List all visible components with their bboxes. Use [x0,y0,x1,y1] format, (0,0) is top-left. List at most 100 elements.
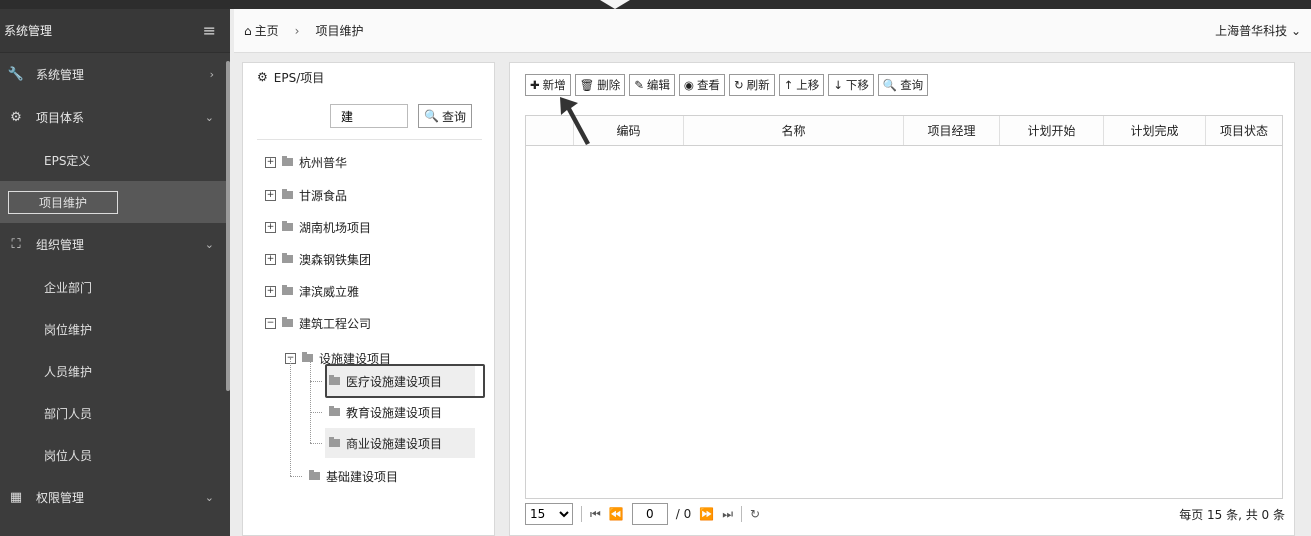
tree-node[interactable]: + 杭州普华 [265,147,347,177]
tree-node[interactable]: 基础建设项目 [305,461,398,491]
tree-node-label: 教育设施建设项目 [346,405,443,420]
sidebar-item-label: 系统管理 [36,68,85,82]
column-header-manager[interactable]: 项目经理 [904,116,1000,145]
pagination: 15 ⏮ ⏪ / 0 ⏩ ⏭ ↻ 每页 15 条, 共 0 条 [525,501,1285,527]
hamburger-icon[interactable]: ≡ [203,21,216,40]
search-icon: 🔍 [882,78,898,92]
tree-search-input[interactable] [330,104,408,128]
sidebar-subitem-project-maintenance[interactable]: 项目维护 [0,181,230,223]
prev-page-icon[interactable]: ⏪ [609,507,624,521]
column-header-name[interactable]: 名称 [684,116,904,145]
sidebar-subitem-dept[interactable]: 企业部门 [0,266,230,308]
view-button-label: 查看 [696,78,720,92]
project-list-panel: ✚ 新增 🗑 删除 ✎ 编辑 ◉ 查看 ↻ 刷新 ↑ 上移 ↓ 下移 🔍 查询 编码 名称 项目… [509,62,1295,536]
tree-node[interactable]: − 建筑工程公司 [265,308,371,338]
edit-button-label: 编辑 [646,78,670,92]
company-name: 上海普华科技 [1215,24,1288,38]
expand-icon[interactable]: + [265,189,276,201]
tree-node[interactable]: + 津滨威立雅 [265,276,359,306]
sidebar-subitem-post[interactable]: 岗位维护 [0,308,230,350]
trash-icon: 🗑 [579,78,595,92]
top-bar: ⌂ 主页 › 项目维护 上海普华科技 ⌄ [234,9,1311,53]
sidebar-subitem-post-person[interactable]: 岗位人员 [0,434,230,476]
home-link[interactable]: ⌂ 主页 [244,22,279,39]
query-button-label: 查询 [900,78,924,92]
delete-button-label: 删除 [597,78,621,92]
home-label: 主页 [254,24,279,38]
expand-icon[interactable]: + [265,285,276,297]
sidebar-item-label: 组织管理 [36,238,85,252]
next-page-icon[interactable]: ⏩ [699,507,714,521]
folder-icon [329,406,340,416]
table-header: 编码 名称 项目经理 计划开始 计划完成 项目状态 [526,116,1282,146]
sidebar-subitem-dept-person[interactable]: 部门人员 [0,392,230,434]
top-edge [0,0,1311,9]
tree-connector [310,412,322,413]
sidebar-item-project-system[interactable]: ⚙ 项目体系 ⌄ [0,96,230,139]
folder-icon [282,317,293,327]
pager-divider [581,506,582,522]
tree-search-button-label: 查询 [441,109,466,124]
page-size-select[interactable]: 15 [525,503,573,525]
move-up-button[interactable]: ↑ 上移 [778,74,825,96]
query-button[interactable]: 🔍 查询 [877,74,929,96]
annotation-arrow [560,97,590,145]
tree-search-button[interactable]: 🔍 查询 [418,104,472,128]
tree-panel-title: ⚙ EPS/项目 [243,63,494,91]
refresh-icon[interactable]: ↻ [750,507,760,521]
sidebar-title: 系统管理 [4,24,53,38]
arrow-up-icon: ↑ [783,78,794,92]
column-header-plan-start[interactable]: 计划开始 [1000,116,1104,145]
expand-icon[interactable]: + [265,221,276,233]
eye-icon: ◉ [683,78,694,92]
tree-node-label: 商业设施建设项目 [346,436,443,451]
grid-icon: ▦ [9,490,23,505]
sidebar-subitem-person[interactable]: 人员维护 [0,350,230,392]
refresh-button-label: 刷新 [746,78,770,92]
refresh-icon: ↻ [733,78,744,92]
sidebar-item-permission[interactable]: ▦ 权限管理 ⌄ [0,476,230,519]
tree-node[interactable]: 商业设施建设项目 [325,428,475,458]
tree-search: 🔍 查询 [330,104,472,128]
eps-tree: + 杭州普华 + 甘源食品 + 湖南机场项目 + 澳森钢铁集团 + 津滨威立雅 − 建筑工程… [257,139,482,524]
tree-node-label: 湖南机场项目 [299,220,372,235]
view-button[interactable]: ◉ 查看 [678,74,725,96]
chevron-right-icon: › [209,68,214,81]
chevron-down-icon: ⌄ [204,491,214,504]
folder-icon [282,189,293,199]
collapse-icon[interactable]: − [265,317,276,329]
delete-button[interactable]: 🗑 删除 [574,74,626,96]
tree-node-label: 澳森钢铁集团 [299,252,372,267]
sidebar-header: 系统管理 ≡ [0,9,230,53]
tree-node[interactable]: + 澳森钢铁集团 [265,244,371,274]
sidebar-item-system[interactable]: 🔧 系统管理 › [0,53,230,96]
expand-icon[interactable]: + [265,253,276,265]
column-header-plan-finish[interactable]: 计划完成 [1104,116,1206,145]
add-button[interactable]: ✚ 新增 [525,74,571,96]
edit-button[interactable]: ✎ 编辑 [629,74,675,96]
breadcrumb-current: 项目维护 [315,24,364,38]
arrow-down-icon: ↓ [833,78,843,92]
move-down-button[interactable]: ↓ 下移 [828,74,874,96]
page-number-input[interactable] [631,503,668,525]
tree-node[interactable]: 教育设施建设项目 [325,397,442,427]
tree-node-label: 甘源食品 [299,188,348,203]
column-header-status[interactable]: 项目状态 [1206,116,1282,145]
sidebar-item-org[interactable]: ⛶ 组织管理 ⌄ [0,223,230,266]
sidebar-item-label: 项目体系 [36,111,85,125]
tree-node[interactable]: + 甘源食品 [265,180,347,210]
tree-node[interactable]: + 湖南机场项目 [265,212,371,242]
tree-panel-title-text: EPS/项目 [273,70,325,85]
company-dropdown[interactable]: 上海普华科技 ⌄ [1215,22,1301,39]
sidebar-scrollbar[interactable] [226,61,230,391]
sidebar-subitem-label: 项目维护 [8,190,118,214]
pager-divider [741,506,743,522]
sidebar: 系统管理 ≡ 🔧 系统管理 › ⚙ 项目体系 ⌄ EPS定义 项目维护 ⛶ 组织… [0,9,230,536]
eps-tree-panel: ⚙ EPS/项目 🔍 查询 + 杭州普华 + 甘源食品 + 湖南机场项目 + 澳森钢铁集… [242,62,495,536]
last-page-icon[interactable]: ⏭ [722,507,733,522]
sitemap-icon: ⛶ [11,237,21,252]
expand-icon[interactable]: + [265,156,276,168]
sidebar-subitem-eps[interactable]: EPS定义 [0,139,230,181]
refresh-button[interactable]: ↻ 刷新 [728,74,775,96]
first-page-icon[interactable]: ⏮ [590,507,601,522]
